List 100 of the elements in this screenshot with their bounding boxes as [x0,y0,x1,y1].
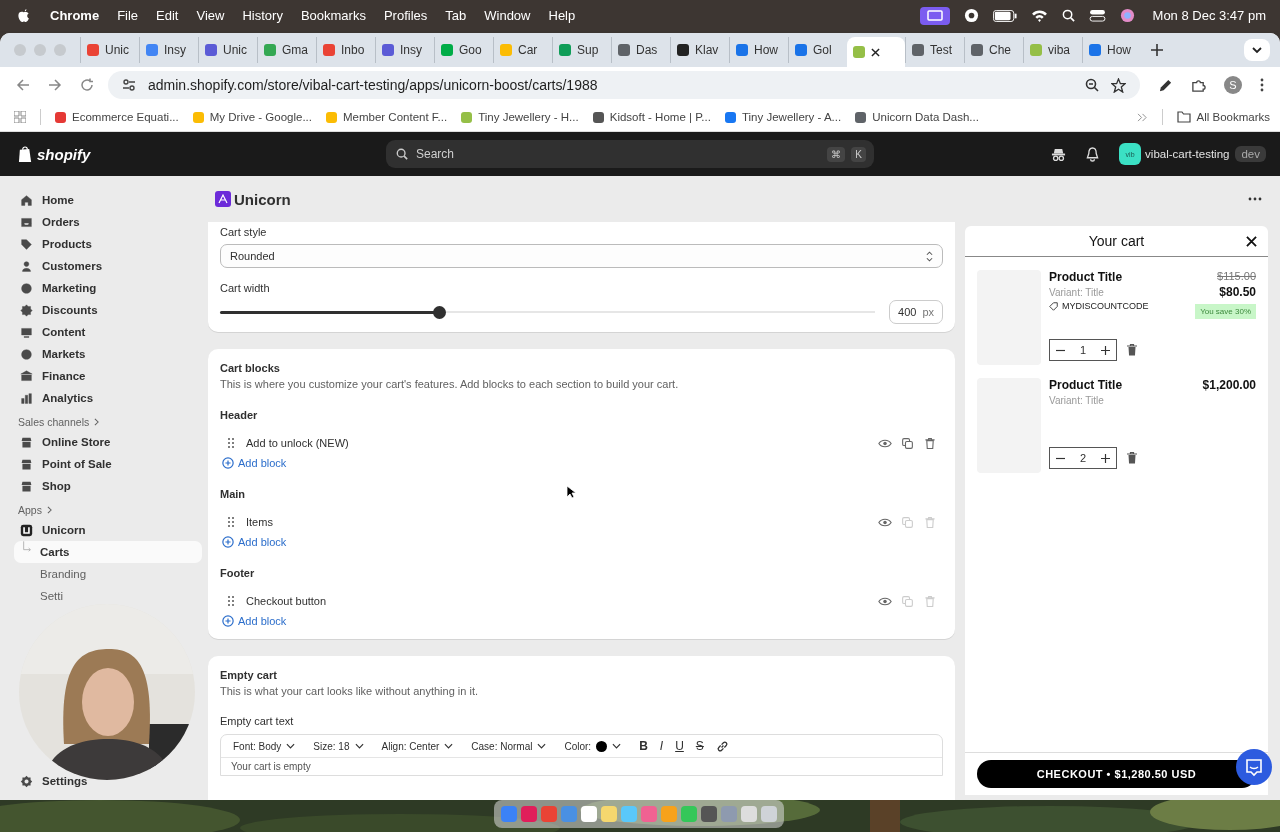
spy-icon[interactable] [1051,146,1067,162]
profile-avatar[interactable]: S [1224,76,1242,94]
close-icon[interactable] [871,47,880,57]
menu-item[interactable]: Help [548,8,576,23]
browser-tab[interactable]: Klav [670,37,729,63]
bell-icon[interactable] [1086,146,1100,162]
bookmark[interactable]: Member Content F... [326,111,448,123]
plus-icon[interactable] [1101,453,1110,463]
nav-item[interactable]: Products [14,233,202,255]
bookmark[interactable]: Tiny Jewellery - H... [461,111,579,123]
pen-icon[interactable] [1158,77,1173,93]
menu-item[interactable]: Profiles [383,8,428,23]
menu-item[interactable]: Bookmarks [300,8,366,23]
star-icon[interactable] [1111,77,1126,93]
browser-tab[interactable]: viba [1023,37,1082,63]
quantity-stepper[interactable]: 2 [1049,447,1117,469]
style-select[interactable]: Rounded [220,244,943,268]
eye-icon[interactable] [878,596,892,606]
format-dropdown[interactable]: Size: 18 [313,740,364,752]
nav-item[interactable]: Customers [14,255,202,277]
eye-icon[interactable] [878,517,892,527]
format-dropdown[interactable]: Align: Center [381,740,454,752]
browser-tab[interactable]: Goo [434,37,493,63]
browser-tab[interactable]: Insy [375,37,434,63]
chat-icon[interactable] [1236,749,1272,785]
browser-tab[interactable]: Car [493,37,552,63]
section-heading[interactable]: Apps [18,504,42,516]
forward-icon[interactable] [48,78,62,92]
quantity-stepper[interactable]: 1 [1049,339,1117,361]
chevron-icon[interactable] [1136,112,1148,122]
bookmark[interactable]: Tiny Jewellery - A... [724,111,842,123]
block-name[interactable]: Items [246,516,273,528]
drag-handle-icon[interactable] [228,596,234,606]
puzzle-icon[interactable] [1191,77,1206,93]
toggles-icon[interactable] [1088,9,1106,22]
add-block-link[interactable]: Add block [222,615,287,627]
more-icon[interactable] [1260,78,1264,92]
nav-item[interactable]: Analytics [14,387,202,409]
zoom-icon[interactable] [1085,78,1099,92]
bold-button[interactable]: B [639,739,648,753]
format-dropdown[interactable]: Font: Body [233,740,296,752]
bookmark[interactable]: Unicorn Data Dash... [855,111,979,123]
section-heading[interactable]: Sales channels [18,416,90,428]
browser-tab[interactable]: Test [905,37,964,63]
nav-item[interactable]: Markets [14,343,202,365]
more-icon[interactable] [1248,197,1262,201]
italic-button[interactable]: I [659,739,664,753]
browser-tab[interactable]: Unic [198,37,257,63]
nav-subitem[interactable]: Branding [14,563,87,585]
width-input[interactable]: 400 px [889,300,943,324]
nav-item[interactable]: Point of Sale [14,453,202,475]
slider-thumb[interactable] [433,305,447,319]
color-dropdown[interactable]: Color: [564,740,622,752]
nav-item[interactable]: Discounts [14,299,202,321]
browser-tab[interactable]: Che [964,37,1023,63]
menu-item[interactable]: File [117,8,139,23]
screen-mirroring-icon[interactable] [919,6,950,25]
browser-tab[interactable]: How [729,37,788,63]
menu-item[interactable]: Tab [445,8,467,23]
trash-icon[interactable] [1127,452,1137,464]
nav-item[interactable]: Settings [14,770,202,792]
add-block-link[interactable]: Add block [222,457,287,469]
plus-icon[interactable] [1101,345,1110,355]
block-name[interactable]: Add to unlock (NEW) [246,437,349,449]
nav-subitem[interactable]: Setti [14,585,63,607]
app-menu[interactable]: Chrome [50,8,100,23]
nav-item[interactable]: Online Store [14,431,202,453]
browser-tab[interactable]: Sup [552,37,611,63]
tab-search-icon[interactable] [1244,39,1270,61]
strikethrough-button[interactable]: S [695,739,704,753]
wifi-icon[interactable] [1030,9,1048,22]
trash-icon[interactable] [1127,344,1137,356]
site-settings-icon[interactable] [122,78,136,92]
close-icon[interactable] [1246,236,1257,247]
browser-tab[interactable]: Gma [257,37,316,63]
nav-item[interactable]: Orders [14,211,202,233]
rich-text-editor[interactable]: Font: Body Size: 18 Align: Center Case: Normal Color: B I U S Your cart is empty [220,734,943,776]
menu-item[interactable]: Edit [156,8,179,23]
apple-icon[interactable] [17,8,30,23]
drag-handle-icon[interactable] [228,438,234,448]
nav-subitem[interactable]: Carts [14,541,202,563]
all-bookmarks-button[interactable]: All Bookmarks [1176,111,1270,123]
menu-item[interactable]: History [242,8,283,23]
link-icon[interactable] [715,739,729,753]
bookmark[interactable]: Kidsoft - Home | P... [592,111,711,123]
chevron-right-icon[interactable] [46,506,52,514]
search-icon[interactable] [1061,9,1075,22]
bookmark[interactable]: Ecommerce Equati... [55,111,179,123]
nav-item[interactable]: Shop [14,475,202,497]
search-field[interactable]: Search [414,146,822,162]
duplicate-icon[interactable] [902,437,913,449]
clock[interactable]: Mon 8 Dec 3:47 pm [1152,8,1266,23]
eye-icon[interactable] [878,438,892,448]
address-bar[interactable]: admin.shopify.com/store/vibal-cart-testing/apps/unicorn-boost/carts/1988 [108,71,1140,99]
reload-icon[interactable] [80,78,94,92]
trash-icon[interactable] [925,437,935,449]
menu-item[interactable]: Window [484,8,531,23]
search-bar[interactable]: Search ⌘ K [386,140,874,168]
bookmark[interactable]: My Drive - Google... [192,111,312,123]
format-dropdown[interactable]: Case: Normal [471,740,547,752]
